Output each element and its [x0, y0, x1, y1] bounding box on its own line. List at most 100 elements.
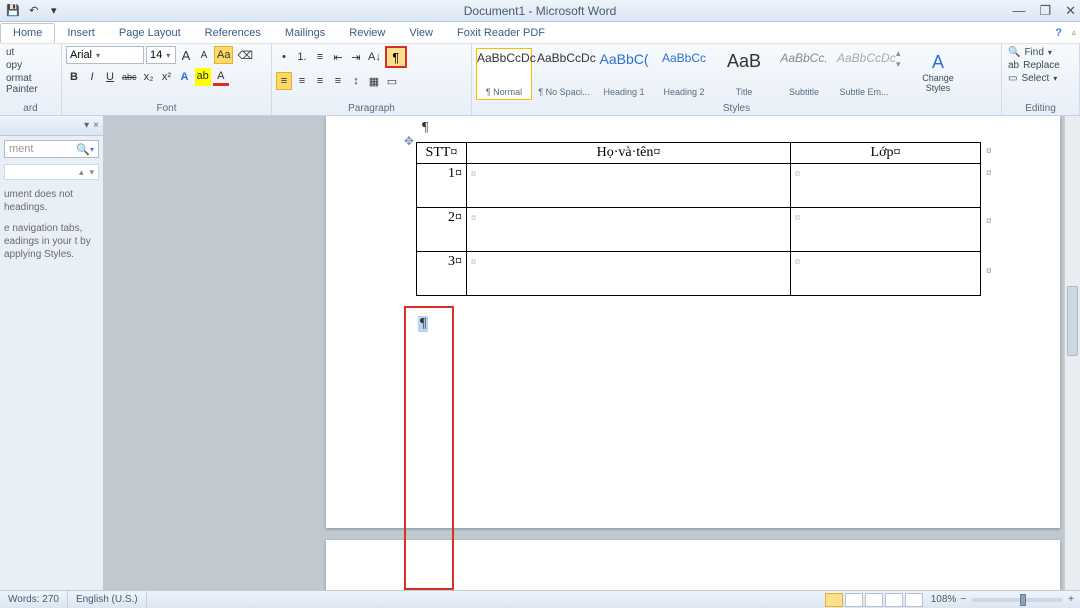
change-styles-button[interactable]: A Change Styles — [914, 48, 962, 93]
chevron-down-icon[interactable]: ▾ — [89, 167, 94, 178]
nav-search-input[interactable]: ment 🔍▾ — [4, 140, 99, 158]
zoom-in-button[interactable]: + — [1068, 594, 1080, 605]
tab-foxit[interactable]: Foxit Reader PDF — [445, 24, 557, 42]
format-painter-button[interactable]: ormat Painter — [4, 72, 57, 96]
change-case-button[interactable]: Aa — [214, 46, 233, 64]
zoom-level[interactable]: 108% — [927, 594, 961, 605]
cell-r3c3[interactable]: ¤ — [791, 252, 981, 296]
font-name-combo[interactable]: Arial▾ — [66, 46, 144, 64]
cut-button[interactable]: ut — [4, 46, 57, 59]
tab-page-layout[interactable]: Page Layout — [107, 24, 193, 42]
line-spacing-button[interactable]: ↕ — [348, 72, 364, 90]
superscript-button[interactable]: x² — [159, 68, 175, 86]
shading-button[interactable]: ▦ — [366, 72, 382, 90]
nav-tabs[interactable]: ▴ ▾ — [4, 164, 99, 180]
nav-dropdown-icon[interactable]: ▾ — [84, 120, 89, 131]
vertical-scrollbar[interactable] — [1064, 116, 1080, 590]
strike-button[interactable]: abc — [120, 68, 139, 86]
bullets-button[interactable]: • — [276, 48, 292, 66]
style-heading1[interactable]: AaBbC(Heading 1 — [596, 48, 652, 100]
cell-r1c1[interactable]: 1¤ — [417, 164, 467, 208]
underline-button[interactable]: U — [102, 68, 118, 86]
scroll-thumb[interactable] — [1067, 286, 1078, 356]
view-print-layout[interactable] — [825, 593, 843, 607]
grow-font-button[interactable]: A — [178, 46, 194, 64]
justify-button[interactable]: ≡ — [330, 72, 346, 90]
multilevel-button[interactable]: ≡ — [312, 48, 328, 66]
italic-button[interactable]: I — [84, 68, 100, 86]
document-area[interactable]: ¶ ✥ STT¤ Họ·và·tên¤ Lớp¤ 1¤¤¤ 2¤¤¤ 3¤¤¤ … — [104, 116, 1080, 590]
help-icon[interactable]: ? — [1055, 27, 1062, 39]
increase-indent-button[interactable]: ⇥ — [348, 48, 364, 66]
style-subtitle[interactable]: AaBbCc.Subtitle — [776, 48, 832, 100]
subscript-button[interactable]: x₂ — [141, 68, 157, 86]
tab-references[interactable]: References — [193, 24, 273, 42]
view-outline[interactable] — [885, 593, 903, 607]
font-size-combo[interactable]: 14▾ — [146, 46, 176, 64]
collapse-ribbon-icon[interactable]: ▵ — [1071, 27, 1076, 38]
sort-button[interactable]: A↓ — [366, 48, 383, 66]
zoom-out-button[interactable]: − — [960, 594, 966, 605]
styles-more-button[interactable]: ▴▾ — [896, 48, 910, 70]
numbering-button[interactable]: 1. — [294, 48, 310, 66]
select-button[interactable]: ▭Select▾ — [1006, 72, 1075, 85]
th-lop[interactable]: Lớp¤ — [791, 143, 981, 164]
paragraph-label: Paragraph — [272, 103, 471, 114]
qat-save-icon[interactable]: 💾 — [4, 2, 22, 20]
font-color-button[interactable]: A — [213, 68, 229, 86]
cell-r2c1[interactable]: 2¤ — [417, 208, 467, 252]
minimize-button[interactable]: — — [1012, 3, 1025, 19]
th-stt[interactable]: STT¤ — [417, 143, 467, 164]
table-move-handle-icon[interactable]: ✥ — [404, 134, 414, 148]
view-draft[interactable] — [905, 593, 923, 607]
find-button[interactable]: 🔍Find▾ — [1006, 46, 1075, 59]
nav-search-text: ment — [9, 143, 33, 155]
chevron-up-icon[interactable]: ▴ — [79, 167, 84, 178]
status-language[interactable]: English (U.S.) — [68, 591, 147, 608]
align-right-button[interactable]: ≡ — [312, 72, 328, 90]
tab-view[interactable]: View — [397, 24, 445, 42]
cell-r3c2[interactable]: ¤ — [467, 252, 791, 296]
cell-r3c1[interactable]: 3¤ — [417, 252, 467, 296]
clear-format-button[interactable]: ⌫ — [235, 46, 255, 64]
replace-button[interactable]: abReplace — [1006, 59, 1075, 72]
decrease-indent-button[interactable]: ⇤ — [330, 48, 346, 66]
tab-home[interactable]: Home — [0, 23, 55, 43]
document-table[interactable]: STT¤ Họ·và·tên¤ Lớp¤ 1¤¤¤ 2¤¤¤ 3¤¤¤ — [416, 142, 981, 296]
text-effects-button[interactable]: A — [177, 68, 193, 86]
qat-more-icon[interactable]: ▾ — [46, 2, 62, 20]
tab-insert[interactable]: Insert — [55, 24, 107, 42]
show-hide-marks-button[interactable]: ¶ — [385, 46, 407, 68]
cell-r2c3[interactable]: ¤ — [791, 208, 981, 252]
bold-button[interactable]: B — [66, 68, 82, 86]
status-words[interactable]: Words: 270 — [0, 591, 68, 608]
nav-text2: e navigation tabs, eadings in your t by … — [4, 222, 99, 261]
view-web-layout[interactable] — [865, 593, 883, 607]
zoom-slider[interactable] — [972, 598, 1062, 602]
style-subtle-em[interactable]: AaBbCcDcSubtle Em... — [836, 48, 892, 100]
align-left-button[interactable]: ≡ — [276, 72, 292, 90]
style-no-spacing[interactable]: AaBbCcDc¶ No Spaci... — [536, 48, 592, 100]
maximize-button[interactable]: ❐ — [1039, 3, 1051, 19]
font-label: Font — [62, 103, 271, 114]
style-title[interactable]: AaBTitle — [716, 48, 772, 100]
shrink-font-button[interactable]: A — [196, 46, 212, 64]
borders-button[interactable]: ▭ — [384, 72, 400, 90]
style-normal[interactable]: AaBbCcDc¶ Normal — [476, 48, 532, 100]
style-heading2[interactable]: AaBbCcHeading 2 — [656, 48, 712, 100]
cell-r1c2[interactable]: ¤ — [467, 164, 791, 208]
view-full-screen[interactable] — [845, 593, 863, 607]
tab-review[interactable]: Review — [337, 24, 397, 42]
align-center-button[interactable]: ≡ — [294, 72, 310, 90]
cell-r2c2[interactable]: ¤ — [467, 208, 791, 252]
copy-button[interactable]: opy — [4, 59, 57, 72]
zoom-thumb[interactable] — [1020, 594, 1026, 606]
nav-close-button[interactable]: × — [93, 120, 99, 131]
cell-r1c3[interactable]: ¤ — [791, 164, 981, 208]
qat-undo-icon[interactable]: ↶ — [26, 2, 42, 20]
highlight-button[interactable]: ab — [195, 68, 211, 86]
close-button[interactable]: ✕ — [1065, 3, 1076, 19]
tab-mailings[interactable]: Mailings — [273, 24, 337, 42]
font-size-value: 14 — [150, 49, 162, 61]
th-hoten[interactable]: Họ·và·tên¤ — [467, 143, 791, 164]
